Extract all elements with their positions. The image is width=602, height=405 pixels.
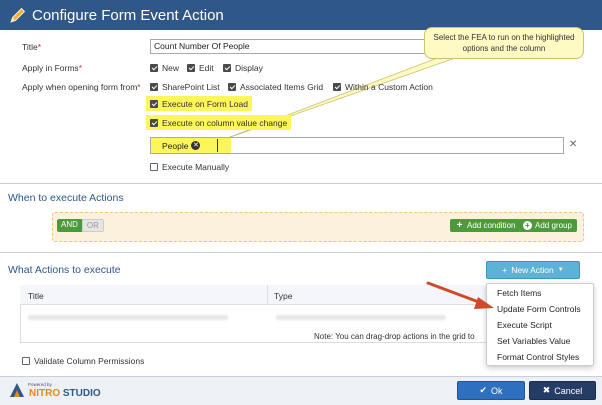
caret-down-icon: ▼ xyxy=(557,267,564,273)
and-or-toggle[interactable]: AND OR xyxy=(57,219,104,232)
checkbox-checked-icon xyxy=(228,83,236,91)
plus-circle-icon: + xyxy=(523,221,532,230)
checkbox-unchecked-icon xyxy=(22,357,30,365)
or-option[interactable]: OR xyxy=(81,219,104,232)
check-icon: ✔ xyxy=(479,385,488,395)
source-custom-action-checkbox[interactable]: Within a Custom Action xyxy=(333,82,433,92)
checkbox-checked-icon xyxy=(333,83,341,91)
checkbox-checked-icon xyxy=(150,83,158,91)
clear-tags-icon[interactable]: ✕ xyxy=(569,139,577,150)
column-separator xyxy=(267,285,268,305)
add-condition-button[interactable]: + Add condition xyxy=(450,219,521,232)
form-display-checkbox[interactable]: Display xyxy=(223,63,263,73)
execute-form-load-checkbox[interactable]: Execute on Form Load xyxy=(150,99,248,109)
menu-item-fetch-items[interactable]: Fetch Items xyxy=(497,288,541,298)
section-divider xyxy=(0,183,602,184)
menu-item-execute-script[interactable]: Execute Script xyxy=(497,320,552,330)
checkbox-unchecked-icon xyxy=(150,163,158,171)
plus-icon: + xyxy=(502,265,508,275)
column-header-title[interactable]: Title xyxy=(28,291,44,301)
menu-item-format-control-styles[interactable]: Format Control Styles xyxy=(497,352,579,362)
menu-item-set-variables-value[interactable]: Set Variables Value xyxy=(497,336,570,346)
execute-manually-checkbox[interactable]: Execute Manually xyxy=(150,162,229,172)
section-divider xyxy=(0,252,602,253)
plus-icon: + xyxy=(456,220,463,231)
blurred-cell xyxy=(276,315,446,320)
form-edit-checkbox[interactable]: Edit xyxy=(187,63,214,73)
tooltip-callout: Select the FEA to run on the highlighted… xyxy=(424,27,584,59)
nitro-logo-icon xyxy=(10,383,24,397)
apply-opening-label: Apply when opening form from* xyxy=(22,82,141,92)
dialog-titlebar: Configure Form Event Action xyxy=(0,0,602,30)
column-header-type[interactable]: Type xyxy=(274,291,292,301)
title-input[interactable]: Count Number Of People xyxy=(150,39,430,54)
grid-note: Note: You can drag-drop actions in the g… xyxy=(314,332,475,341)
when-section-title: When to execute Actions xyxy=(8,192,124,204)
pencil-icon xyxy=(10,7,26,23)
ok-button[interactable]: ✔ Ok xyxy=(457,381,525,400)
checkbox-checked-icon xyxy=(150,100,158,108)
column-tag-people[interactable]: People ✕ xyxy=(158,139,204,152)
source-associated-grid-checkbox[interactable]: Associated Items Grid xyxy=(228,82,323,92)
menu-item-update-form-controls[interactable]: Update Form Controls xyxy=(497,304,581,314)
text-cursor xyxy=(217,139,218,152)
checkbox-checked-icon xyxy=(150,64,158,72)
form-new-checkbox[interactable]: New xyxy=(150,63,179,73)
new-action-button[interactable]: + New Action ▼ xyxy=(486,261,580,279)
close-icon: ✖ xyxy=(542,385,551,395)
and-option[interactable]: AND xyxy=(57,219,82,232)
nitro-studio-logo: Powered by NITRO STUDIO xyxy=(8,381,101,399)
what-section-title: What Actions to execute xyxy=(8,264,121,276)
execute-column-change-checkbox[interactable]: Execute on column value change xyxy=(150,118,287,128)
checkbox-checked-icon xyxy=(150,119,158,127)
blurred-cell xyxy=(28,315,228,320)
source-sharepoint-checkbox[interactable]: SharePoint List xyxy=(150,82,220,92)
title-label: Title* xyxy=(22,42,42,52)
apply-forms-label: Apply in Forms* xyxy=(22,63,82,73)
validate-permissions-checkbox[interactable]: Validate Column Permissions xyxy=(22,356,144,366)
checkbox-checked-icon xyxy=(223,64,231,72)
dialog-title: Configure Form Event Action xyxy=(32,6,224,24)
checkbox-checked-icon xyxy=(187,64,195,72)
add-group-button[interactable]: + Add group xyxy=(518,219,577,232)
cancel-button[interactable]: ✖ Cancel xyxy=(529,381,596,400)
tag-remove-icon[interactable]: ✕ xyxy=(191,141,201,150)
